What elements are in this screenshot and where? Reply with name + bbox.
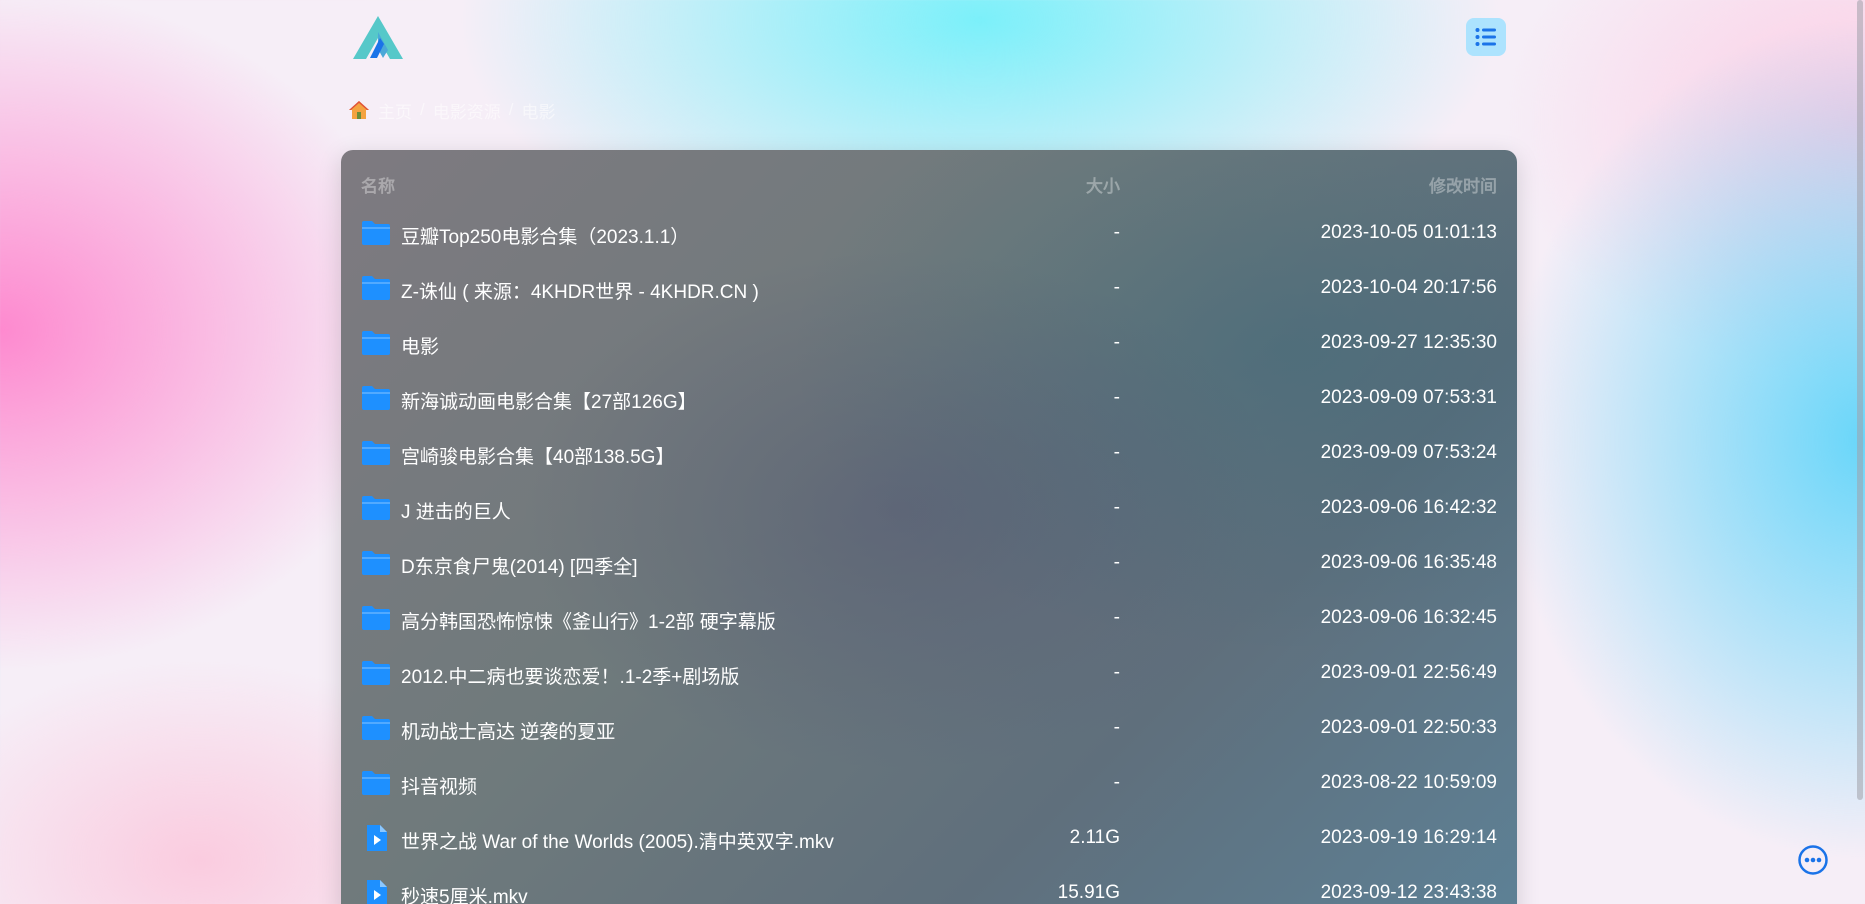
- table-row[interactable]: 抖音视频 - 2023-08-22 10:59:09: [341, 756, 1517, 811]
- house-icon[interactable]: [348, 100, 370, 120]
- column-header-modified[interactable]: 修改时间: [1429, 172, 1497, 197]
- file-name[interactable]: 电影: [401, 332, 439, 359]
- folder-icon: [361, 660, 391, 686]
- table-row[interactable]: 新海诚动画电影合集【27部126G】 - 2023-09-09 07:53:31: [341, 371, 1517, 426]
- ellipsis-circle-icon: [1798, 845, 1828, 875]
- file-modified-time: 2023-09-01 22:56:49: [1320, 662, 1497, 683]
- file-size: -: [1113, 607, 1120, 628]
- breadcrumb-item-resources[interactable]: 电影资源: [433, 98, 501, 123]
- file-name[interactable]: 新海诚动画电影合集【27部126G】: [401, 387, 697, 414]
- file-size: 2.11G: [1069, 827, 1120, 848]
- file-list: 豆瓣Top250电影合集（2023.1.1） - 2023-10-05 01:01:…: [341, 206, 1517, 904]
- file-name[interactable]: 高分韩国恐怖惊悚《釜山行》1-2部 硬字幕版: [401, 607, 776, 634]
- folder-icon: [361, 220, 391, 246]
- folder-icon: [361, 385, 391, 411]
- file-modified-time: 2023-09-06 16:32:45: [1320, 607, 1497, 628]
- table-row[interactable]: 2012.中二病也要谈恋爱！.1-2季+剧场版 - 2023-09-01 22:56…: [341, 646, 1517, 701]
- file-modified-time: 2023-08-22 10:59:09: [1320, 772, 1497, 793]
- list-icon: [1475, 28, 1496, 46]
- table-row[interactable]: D东京食尸鬼(2014) [四季全] - 2023-09-06 16:35:48: [341, 536, 1517, 591]
- file-modified-time: 2023-09-27 12:35:30: [1320, 332, 1497, 353]
- table-row[interactable]: 宫崎骏电影合集【40部138.5G】 - 2023-09-09 07:53:24: [341, 426, 1517, 481]
- file-name[interactable]: 世界之战 War of the Worlds (2005).清中英双字.mkv: [401, 827, 834, 854]
- table-row[interactable]: 秒速5厘米.mkv 15.91G 2023-09-12 23:43:38: [341, 866, 1517, 904]
- table-row[interactable]: 世界之战 War of the Worlds (2005).清中英双字.mkv 2…: [341, 811, 1517, 866]
- folder-icon: [361, 550, 391, 576]
- column-header-name[interactable]: 名称: [361, 172, 395, 197]
- app-logo[interactable]: [350, 14, 406, 62]
- folder-icon: [361, 770, 391, 796]
- table-row[interactable]: 电影 - 2023-09-27 12:35:30: [341, 316, 1517, 371]
- file-list-panel: 名称 大小 修改时间 豆瓣Top250电影合集（2023.1.1） - 2023-1…: [341, 150, 1517, 904]
- table-row[interactable]: J 进击的巨人 - 2023-09-06 16:42:32: [341, 481, 1517, 536]
- file-size: -: [1113, 222, 1120, 243]
- file-modified-time: 2023-09-06 16:42:32: [1320, 497, 1497, 518]
- file-modified-time: 2023-09-09 07:53:24: [1320, 442, 1497, 463]
- page-scrollbar[interactable]: [1857, 0, 1863, 800]
- breadcrumb-separator: /: [508, 100, 514, 119]
- file-name[interactable]: 机动战士高达 逆袭的夏亚: [401, 717, 615, 744]
- table-row[interactable]: Z-诛仙 ( 来源：4KHDR世界 - 4KHDR.CN ) - 2023-10-0…: [341, 261, 1517, 316]
- file-modified-time: 2023-09-12 23:43:38: [1320, 882, 1497, 903]
- file-modified-time: 2023-09-09 07:53:31: [1320, 387, 1497, 408]
- folder-icon: [361, 275, 391, 301]
- alist-triangle-logo-icon: [353, 16, 403, 59]
- file-name[interactable]: 2012.中二病也要谈恋爱！.1-2季+剧场版: [401, 662, 739, 689]
- file-size: -: [1113, 497, 1120, 518]
- video-file-icon: [361, 825, 391, 851]
- file-name[interactable]: Z-诛仙 ( 来源：4KHDR世界 - 4KHDR.CN ): [401, 277, 759, 304]
- file-size: -: [1113, 442, 1120, 463]
- menu-button[interactable]: [1466, 18, 1506, 56]
- video-file-icon: [361, 880, 391, 904]
- file-name[interactable]: J 进击的巨人: [401, 497, 511, 524]
- file-size: -: [1113, 277, 1120, 298]
- table-row[interactable]: 豆瓣Top250电影合集（2023.1.1） - 2023-10-05 01:01:…: [341, 206, 1517, 261]
- table-row[interactable]: 高分韩国恐怖惊悚《釜山行》1-2部 硬字幕版 - 2023-09-06 16:32:…: [341, 591, 1517, 646]
- folder-icon: [361, 605, 391, 631]
- column-header-size[interactable]: 大小: [1086, 172, 1120, 197]
- file-modified-time: 2023-10-05 01:01:13: [1320, 222, 1497, 243]
- file-size: -: [1113, 772, 1120, 793]
- breadcrumb-separator: /: [420, 100, 425, 119]
- file-name[interactable]: 抖音视频: [401, 772, 477, 799]
- file-name[interactable]: 豆瓣Top250电影合集（2023.1.1）: [401, 222, 689, 249]
- file-size: -: [1113, 332, 1120, 353]
- folder-icon: [361, 330, 391, 356]
- table-header: 名称 大小 修改时间: [361, 172, 1497, 196]
- more-actions-button[interactable]: [1797, 844, 1829, 876]
- file-name[interactable]: D东京食尸鬼(2014) [四季全]: [401, 552, 637, 579]
- folder-icon: [361, 715, 391, 741]
- file-name[interactable]: 秒速5厘米.mkv: [401, 882, 528, 904]
- file-modified-time: 2023-10-04 20:17:56: [1320, 277, 1497, 298]
- folder-icon: [361, 495, 391, 521]
- table-row[interactable]: 机动战士高达 逆袭的夏亚 - 2023-09-01 22:50:33: [341, 701, 1517, 756]
- folder-icon: [361, 440, 391, 466]
- file-size: -: [1113, 387, 1120, 408]
- file-size: -: [1113, 717, 1120, 738]
- file-modified-time: 2023-09-01 22:50:33: [1320, 717, 1497, 738]
- file-modified-time: 2023-09-06 16:35:48: [1320, 552, 1497, 573]
- file-size: -: [1113, 662, 1120, 683]
- breadcrumb-home[interactable]: 主页: [378, 98, 412, 123]
- breadcrumb: 主页 / 电影资源 / 电影: [348, 98, 555, 122]
- file-size: -: [1113, 552, 1120, 573]
- file-size: 15.91G: [1057, 882, 1120, 903]
- breadcrumb-item-current: 电影: [521, 102, 556, 122]
- file-modified-time: 2023-09-19 16:29:14: [1320, 827, 1497, 848]
- file-name[interactable]: 宫崎骏电影合集【40部138.5G】: [401, 442, 674, 469]
